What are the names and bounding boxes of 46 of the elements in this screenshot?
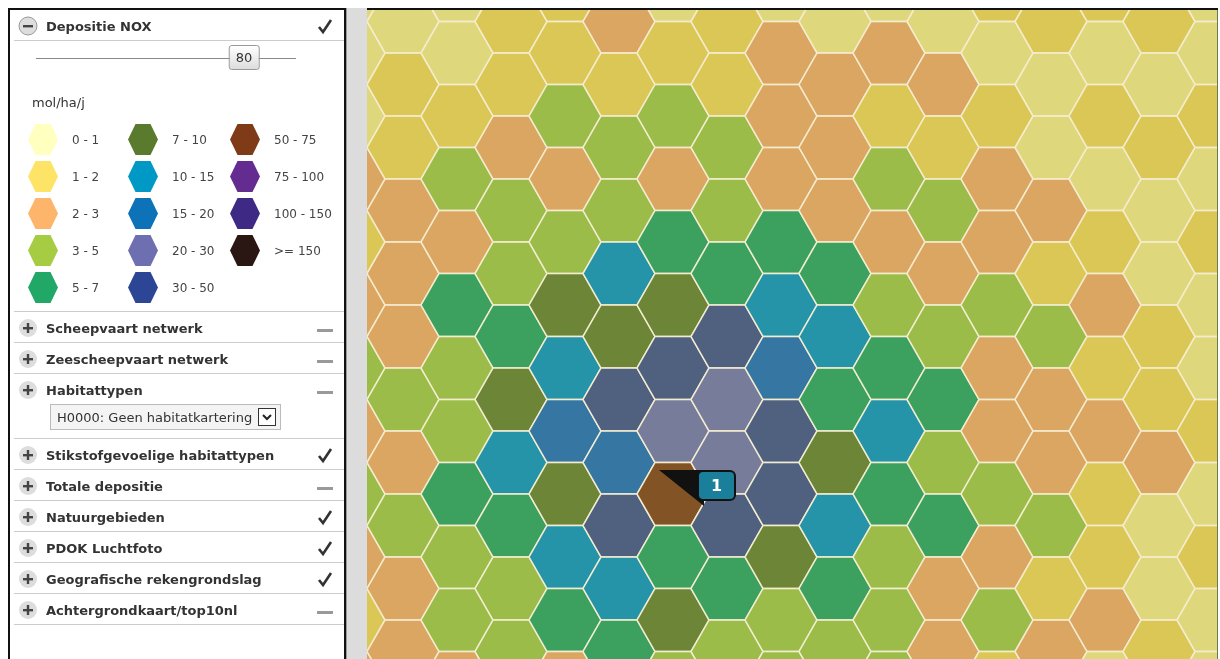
location-marker[interactable]: 1 — [697, 470, 737, 501]
legend-label: >= 150 — [274, 243, 321, 258]
legend-label: 15 - 20 — [172, 206, 215, 221]
legend-label: 7 - 10 — [172, 132, 207, 147]
checkmark-icon[interactable] — [316, 570, 334, 588]
expand-icon[interactable] — [18, 349, 38, 369]
legend-label: 75 - 100 — [274, 169, 325, 184]
legend-label: 100 - 150 — [274, 206, 332, 221]
expand-icon[interactable] — [18, 380, 38, 400]
collapse-icon[interactable] — [18, 16, 38, 36]
legend-label: 0 - 1 — [72, 132, 100, 147]
checkmark-icon[interactable] — [316, 446, 334, 464]
legend-label: 5 - 7 — [72, 280, 100, 295]
legend-label: 20 - 30 — [172, 243, 215, 258]
legend-label: 2 - 3 — [72, 206, 100, 221]
expand-icon[interactable] — [18, 569, 38, 589]
expand-icon[interactable] — [18, 507, 38, 527]
layer-label: Natuurgebieden — [46, 509, 166, 525]
legend-label: 50 - 75 — [274, 132, 317, 147]
layer-label: Depositie NOX — [46, 18, 153, 34]
unit-label: mol/ha/j — [32, 95, 85, 110]
legend-label: 30 - 50 — [172, 280, 215, 295]
expand-icon[interactable] — [18, 318, 38, 338]
layer-label: PDOK Luchtfoto — [46, 540, 164, 556]
habitat-dropdown[interactable]: H0000: Geen habitatkartering — [50, 404, 282, 430]
slider-thumb[interactable]: 80 — [228, 45, 260, 70]
caret-icon — [258, 408, 277, 426]
layer-label: Scheepvaart netwerk — [46, 320, 204, 336]
layer-label: Stikstofgevoelige habitattypen — [46, 447, 276, 463]
legend-label: 1 - 2 — [72, 169, 100, 184]
expand-icon[interactable] — [18, 538, 38, 558]
layer-label: Achtergrondkaart/top10nl — [46, 602, 239, 618]
checkmark-icon[interactable] — [316, 17, 334, 35]
layer-label: Zeescheepvaart netwerk — [46, 351, 230, 367]
expand-icon[interactable] — [18, 600, 38, 620]
legend-label: 3 - 5 — [72, 243, 100, 258]
layer-label: Geografische rekengrondslag — [46, 571, 263, 587]
layer-label: Habitattypen — [46, 382, 144, 398]
checkmark-icon[interactable] — [316, 508, 334, 526]
checkmark-icon[interactable] — [316, 539, 334, 557]
opacity-slider[interactable]: 80 — [36, 45, 296, 71]
expand-icon[interactable] — [18, 476, 38, 496]
hex-map-drawing[interactable] — [367, 10, 1217, 659]
expand-icon[interactable] — [18, 445, 38, 465]
layer-label: Totale depositie — [46, 478, 164, 494]
legend-label: 10 - 15 — [172, 169, 215, 184]
